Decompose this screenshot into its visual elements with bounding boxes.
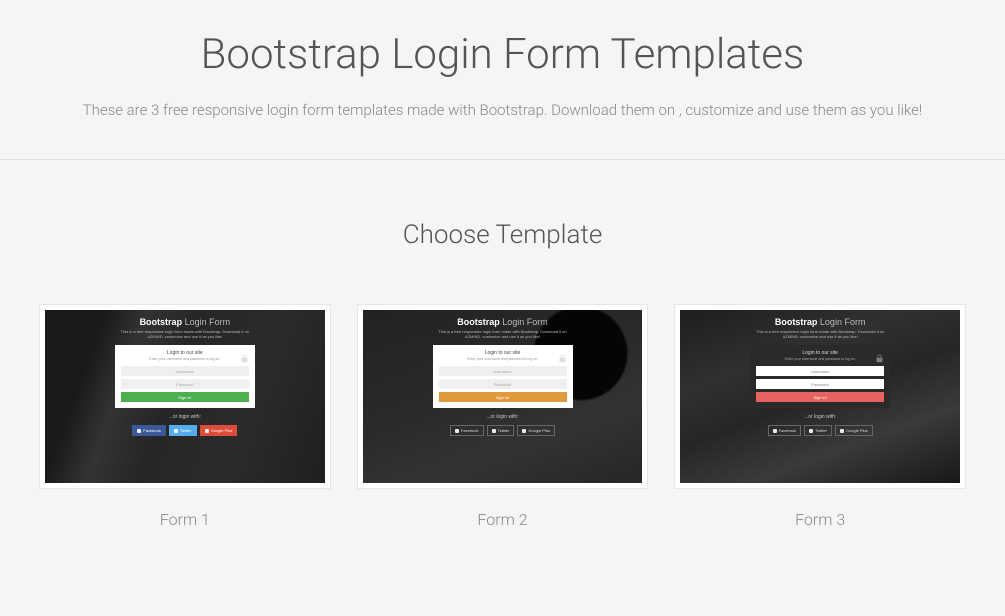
template-label: Form 2 bbox=[358, 510, 648, 529]
template-card-form3[interactable]: Bootstrap Login Form This is a free resp… bbox=[675, 305, 965, 529]
password-field: Password bbox=[121, 379, 249, 389]
template-thumbnail: Bootstrap Login Form This is a free resp… bbox=[358, 305, 648, 488]
login-panel: Login to our site Enter your username an… bbox=[750, 345, 890, 408]
social-buttons: Facebook Twitter Google Plus bbox=[450, 425, 555, 436]
template-card-form2[interactable]: Bootstrap Login Form This is a free resp… bbox=[358, 305, 648, 529]
thumb-title: Bootstrap Login Form bbox=[140, 317, 231, 327]
template-thumbnail: Bootstrap Login Form This is a free resp… bbox=[675, 305, 965, 488]
signin-button: Sign in! bbox=[439, 392, 567, 402]
password-field: Password bbox=[439, 379, 567, 389]
template-cards: Bootstrap Login Form This is a free resp… bbox=[40, 305, 965, 529]
googleplus-button: Google Plus bbox=[835, 425, 873, 436]
twitter-icon bbox=[174, 429, 178, 433]
facebook-button: Facebook bbox=[132, 425, 166, 436]
social-buttons: Facebook Twitter Google Plus bbox=[132, 425, 237, 436]
template-thumbnail: Bootstrap Login Form This is a free resp… bbox=[40, 305, 330, 488]
twitter-button: Twitter bbox=[804, 425, 832, 436]
thumb-desc: This is a free responsive login form mad… bbox=[755, 329, 885, 339]
templates-section: Choose Template Bootstrap Login Form Thi… bbox=[0, 160, 1005, 569]
twitter-icon bbox=[809, 429, 813, 433]
page-title: Bootstrap Login Form Templates bbox=[40, 30, 965, 79]
thumb-desc: This is a free responsive login form mad… bbox=[120, 329, 250, 339]
template-card-form1[interactable]: Bootstrap Login Form This is a free resp… bbox=[40, 305, 330, 529]
googleplus-button: Google Plus bbox=[200, 425, 238, 436]
facebook-icon bbox=[455, 429, 459, 433]
or-text: ...or login with: bbox=[486, 414, 518, 420]
login-panel: Login to our site Enter your username an… bbox=[433, 345, 573, 408]
thumb-desc: This is a free responsive login form mad… bbox=[438, 329, 568, 339]
or-text: ...or login with: bbox=[169, 414, 201, 420]
googleplus-icon bbox=[840, 429, 844, 433]
twitter-button: Twitter bbox=[169, 425, 197, 436]
login-panel: Login to our site Enter your username an… bbox=[115, 345, 255, 408]
template-label: Form 3 bbox=[675, 510, 965, 529]
googleplus-button: Google Plus bbox=[517, 425, 555, 436]
twitter-button: Twitter bbox=[487, 425, 515, 436]
thumb-title: Bootstrap Login Form bbox=[457, 317, 548, 327]
username-field: Username bbox=[121, 366, 249, 376]
or-text: ...or login with: bbox=[804, 414, 836, 420]
lock-icon bbox=[875, 350, 884, 359]
facebook-icon bbox=[773, 429, 777, 433]
signin-button: Sign in! bbox=[756, 392, 884, 402]
lock-icon bbox=[240, 350, 249, 359]
lock-icon bbox=[558, 350, 567, 359]
section-heading: Choose Template bbox=[40, 220, 965, 250]
page-header: Bootstrap Login Form Templates These are… bbox=[0, 0, 1005, 160]
facebook-button: Facebook bbox=[450, 425, 484, 436]
username-field: Username bbox=[439, 366, 567, 376]
facebook-button: Facebook bbox=[768, 425, 802, 436]
password-field: Password bbox=[756, 379, 884, 389]
googleplus-icon bbox=[522, 429, 526, 433]
username-field: Username bbox=[756, 366, 884, 376]
page-subtitle: These are 3 free responsive login form t… bbox=[40, 101, 965, 119]
googleplus-icon bbox=[205, 429, 209, 433]
twitter-icon bbox=[492, 429, 496, 433]
thumb-title: Bootstrap Login Form bbox=[775, 317, 866, 327]
facebook-icon bbox=[137, 429, 141, 433]
template-label: Form 1 bbox=[40, 510, 330, 529]
social-buttons: Facebook Twitter Google Plus bbox=[768, 425, 873, 436]
signin-button: Sign in! bbox=[121, 392, 249, 402]
